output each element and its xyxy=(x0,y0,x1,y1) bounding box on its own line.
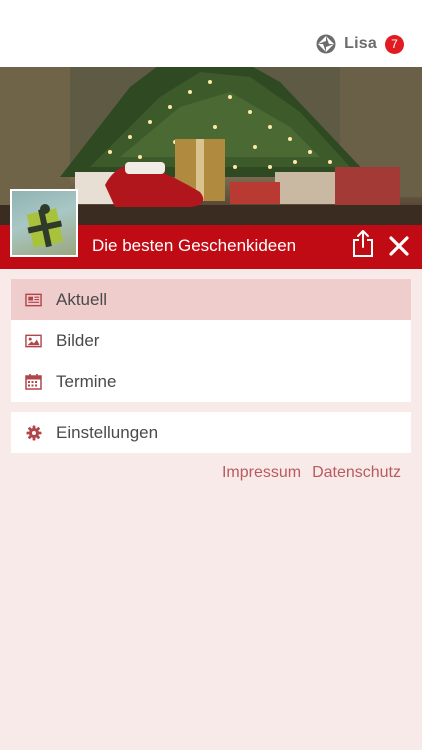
user-menu[interactable]: Lisa 7 xyxy=(316,33,404,55)
image-icon xyxy=(25,333,42,348)
page-title: Die besten Geschenkideen xyxy=(92,236,297,255)
main-menu: Aktuell Bilder Termine xyxy=(11,279,411,402)
close-button[interactable] xyxy=(388,235,410,257)
menu-item-label: Bilder xyxy=(56,330,100,350)
gear-icon xyxy=(25,425,42,440)
newspaper-icon xyxy=(25,292,42,307)
menu-item-bilder[interactable]: Bilder xyxy=(11,320,411,361)
menu-item-aktuell[interactable]: Aktuell xyxy=(11,279,411,320)
notification-badge[interactable]: 7 xyxy=(385,34,404,54)
close-icon xyxy=(389,236,409,256)
app-logo-icon xyxy=(316,34,336,54)
menu-item-einstellungen[interactable]: Einstellungen xyxy=(11,412,411,453)
menu-item-label: Aktuell xyxy=(56,289,108,309)
article-thumbnail xyxy=(10,189,78,257)
menu-item-label: Termine xyxy=(56,371,117,391)
top-bar: Lisa 7 xyxy=(0,0,422,67)
share-icon xyxy=(353,230,373,257)
calendar-icon xyxy=(25,374,42,390)
footer-links: Impressum Datenschutz xyxy=(211,464,401,482)
datenschutz-link[interactable]: Datenschutz xyxy=(312,464,401,482)
share-button[interactable] xyxy=(351,229,375,259)
impressum-link[interactable]: Impressum xyxy=(222,464,301,482)
menu-item-label: Einstellungen xyxy=(56,422,159,442)
user-name[interactable]: Lisa xyxy=(344,35,377,53)
menu-item-termine[interactable]: Termine xyxy=(11,361,411,402)
settings-menu: Einstellungen xyxy=(11,412,411,453)
